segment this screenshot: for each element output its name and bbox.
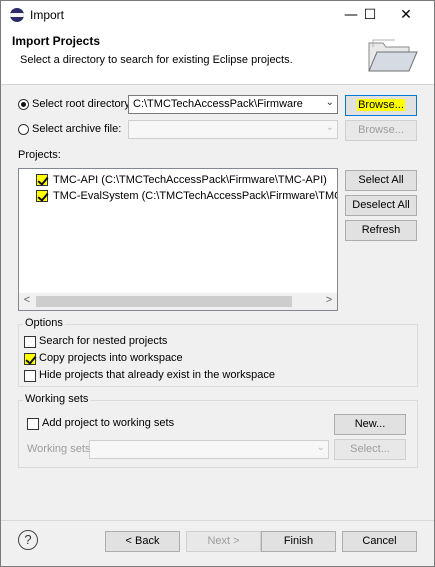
page-title: Import Projects [12,34,101,48]
back-button[interactable]: < Back [105,531,180,552]
select-root-label: Select root directory: [32,98,133,110]
search-nested-label: Search for nested projects [39,335,168,347]
close-button[interactable]: ✕ [389,4,423,26]
browse-root-button[interactable]: Browse... [345,95,417,116]
select-all-button[interactable]: Select All [345,170,417,191]
project-checkbox[interactable] [36,174,48,186]
options-legend: Options [23,317,65,329]
projects-label: Projects: [18,149,61,161]
chevron-down-icon[interactable]: ⌄ [326,97,334,108]
scroll-right-icon[interactable]: > [322,294,336,306]
chevron-down-icon[interactable]: ⌄ [326,122,334,133]
new-working-set-button[interactable]: New... [334,414,406,435]
browse-archive-button[interactable]: Browse... [345,120,417,141]
deselect-all-button[interactable]: Deselect All [345,195,417,216]
copy-projects-label: Copy projects into workspace [39,352,183,364]
import-dialog: Import — ☐ ✕ Import Projects Select a di… [0,0,435,567]
copy-projects-checkbox[interactable] [24,353,36,365]
select-working-set-button[interactable]: Select... [334,439,406,460]
wizard-header: Import Projects Select a directory to se… [1,29,434,85]
root-directory-combo[interactable]: C:\TMCTechAccessPack\Firmware ⌄ [128,95,338,114]
eclipse-icon [10,8,24,22]
project-label: TMC-EvalSystem (C:\TMCTechAccessPack\Fir… [53,190,338,202]
scroll-left-icon[interactable]: < [20,294,34,306]
horizontal-scrollbar[interactable]: < > [19,293,337,310]
select-archive-label: Select archive file: [32,123,122,135]
add-to-working-sets-checkbox[interactable] [27,418,39,430]
cancel-button[interactable]: Cancel [342,531,417,552]
maximize-button[interactable]: ☐ [353,4,387,26]
project-checkbox[interactable] [36,190,48,202]
root-directory-value: C:\TMCTechAccessPack\Firmware [133,98,303,110]
next-button[interactable]: Next > [186,531,261,552]
options-group: Options Search for nested projects Copy … [18,317,418,387]
page-description: Select a directory to search for existin… [20,54,293,66]
hide-existing-checkbox[interactable] [24,370,36,382]
window-title: Import [30,8,65,22]
archive-file-combo[interactable]: ⌄ [128,120,338,139]
working-sets-legend: Working sets [23,393,91,405]
working-sets-label: Working sets: [27,443,94,455]
finish-button[interactable]: Finish [261,531,336,552]
search-nested-checkbox[interactable] [24,336,36,348]
help-icon[interactable]: ? [18,530,38,550]
open-folder-icon [368,39,418,72]
working-sets-group: Working sets Add project to working sets… [18,393,418,468]
chevron-down-icon[interactable]: ⌄ [317,442,325,453]
select-root-radio[interactable] [18,99,29,110]
hide-existing-label: Hide projects that already exist in the … [39,369,276,381]
select-archive-radio[interactable] [18,124,29,135]
project-label: TMC-API (C:\TMCTechAccessPack\Firmware\T… [53,174,327,186]
working-sets-combo[interactable]: ⌄ [89,440,329,459]
title-bar: Import — ☐ ✕ [1,1,434,29]
refresh-button[interactable]: Refresh [345,220,417,241]
add-to-working-sets-label: Add project to working sets [42,417,175,429]
projects-list[interactable]: TMC-API (C:\TMCTechAccessPack\Firmware\T… [18,168,338,311]
scrollbar-thumb[interactable] [36,296,292,307]
browse-root-label: Browse... [357,99,405,111]
footer-separator [1,520,434,521]
